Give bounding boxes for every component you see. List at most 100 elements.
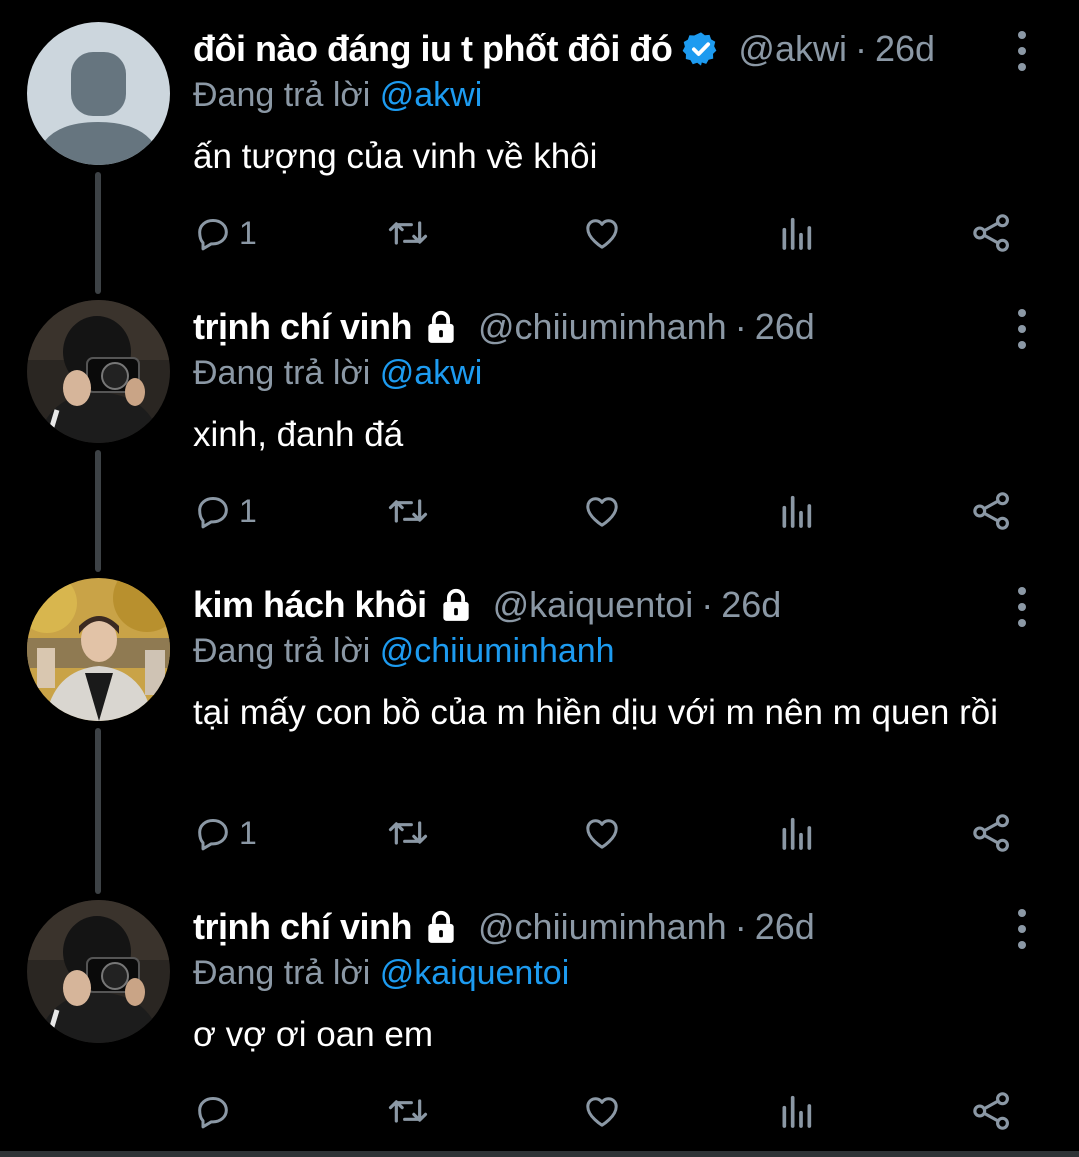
- display-name[interactable]: đôi nào đáng iu t phốt đôi đó: [193, 28, 673, 70]
- user-handle[interactable]: @chiiuminhanh: [478, 306, 727, 348]
- action-bar: 1: [193, 811, 1023, 855]
- lock-icon: [422, 908, 460, 946]
- like-button[interactable]: [581, 811, 623, 855]
- retweet-icon: [388, 1099, 428, 1123]
- share-button[interactable]: [971, 211, 1013, 255]
- tweet[interactable]: đôi nào đáng iu t phốt đôi đó @akwi · 26…: [0, 0, 1079, 278]
- replying-to-label: Đang trả lời: [193, 76, 371, 114]
- display-name[interactable]: kim hách khôi: [193, 584, 427, 626]
- avatar[interactable]: [27, 900, 170, 1043]
- lock-icon: [422, 308, 460, 346]
- separator-dot: ·: [734, 906, 747, 947]
- analytics-button[interactable]: [778, 211, 814, 255]
- lock-icon: [437, 586, 475, 624]
- tweet-text: tại mấy con bồ của m hiền dịu với m nên …: [193, 693, 999, 732]
- more-options-icon[interactable]: [1007, 309, 1037, 349]
- tweet-header: trịnh chí vinh @chiiuminhanh · 26d: [193, 304, 999, 350]
- more-options-icon[interactable]: [1007, 31, 1037, 71]
- retweet-button[interactable]: [386, 489, 430, 533]
- share-icon: [973, 1092, 1009, 1130]
- analytics-icon: [782, 495, 812, 528]
- mention-link[interactable]: @chiiuminhanh: [380, 632, 615, 670]
- reply-icon: [198, 819, 228, 851]
- timestamp[interactable]: 26d: [755, 306, 815, 348]
- bottom-divider: [0, 1151, 1079, 1157]
- share-button[interactable]: [971, 489, 1013, 533]
- avatar[interactable]: [27, 22, 170, 165]
- action-bar: 1: [193, 211, 1023, 255]
- heart-icon: [586, 819, 618, 849]
- tweet[interactable]: trịnh chí vinh @chiiuminhanh · 26d Đang …: [0, 278, 1079, 556]
- timestamp[interactable]: 26d: [875, 28, 935, 70]
- tweet-header: đôi nào đáng iu t phốt đôi đó @akwi · 26…: [193, 26, 999, 72]
- action-bar: 1: [193, 489, 1023, 533]
- analytics-button[interactable]: [778, 1089, 814, 1133]
- mention-link[interactable]: @akwi: [380, 354, 483, 392]
- timestamp[interactable]: 26d: [755, 906, 815, 948]
- more-options-icon[interactable]: [1007, 587, 1037, 627]
- reply-count: 1: [239, 492, 257, 529]
- tweet-text: ơ vợ ơi oan em: [193, 1015, 434, 1054]
- retweet-button[interactable]: [386, 211, 430, 255]
- reply-thread: đôi nào đáng iu t phốt đôi đó @akwi · 26…: [0, 0, 1079, 1157]
- analytics-icon: [782, 217, 812, 250]
- analytics-icon: [782, 1095, 812, 1128]
- like-button[interactable]: [581, 489, 623, 533]
- separator-dot: ·: [854, 28, 867, 69]
- reply-count: 1: [239, 814, 257, 851]
- replying-to-label: Đang trả lời: [193, 632, 371, 670]
- reply-icon: [198, 219, 228, 251]
- share-icon: [973, 814, 1009, 852]
- share-button[interactable]: [971, 811, 1013, 855]
- avatar[interactable]: [27, 578, 170, 721]
- retweet-icon: [388, 499, 428, 523]
- retweet-icon: [388, 821, 428, 845]
- timestamp[interactable]: 26d: [721, 584, 781, 626]
- user-handle[interactable]: @kaiquentoi: [493, 584, 694, 626]
- retweet-button[interactable]: [386, 1089, 430, 1133]
- tweet[interactable]: kim hách khôi @kaiquentoi · 26d Đang trả…: [0, 556, 1079, 878]
- tweet-text: ấn tượng của vinh về khôi: [193, 137, 598, 176]
- tweet[interactable]: trịnh chí vinh @chiiuminhanh · 26d Đang …: [0, 878, 1079, 1151]
- like-button[interactable]: [581, 211, 623, 255]
- replying-to: Đang trả lời @akwi: [193, 354, 482, 393]
- tweet-text: xinh, đanh đá: [193, 415, 404, 454]
- action-bar: [193, 1089, 1023, 1133]
- share-icon: [973, 492, 1009, 530]
- share-icon: [973, 214, 1009, 252]
- verified-icon: [682, 30, 720, 68]
- analytics-button[interactable]: [778, 489, 814, 533]
- share-button[interactable]: [971, 1089, 1013, 1133]
- more-options-icon[interactable]: [1007, 909, 1037, 949]
- reply-icon: [198, 1097, 228, 1129]
- replying-to: Đang trả lời @kaiquentoi: [193, 954, 569, 993]
- reply-count: 1: [239, 214, 257, 251]
- replying-to-label: Đang trả lời: [193, 354, 371, 392]
- reply-button[interactable]: 1: [193, 489, 257, 533]
- display-name[interactable]: trịnh chí vinh: [193, 306, 413, 348]
- analytics-button[interactable]: [778, 811, 814, 855]
- display-name[interactable]: trịnh chí vinh: [193, 906, 413, 948]
- avatar[interactable]: [27, 300, 170, 443]
- tweet-header: kim hách khôi @kaiquentoi · 26d: [193, 582, 999, 628]
- replying-to: Đang trả lời @akwi: [193, 76, 482, 115]
- mention-link[interactable]: @akwi: [380, 76, 483, 114]
- separator-dot: ·: [701, 584, 714, 625]
- heart-icon: [586, 497, 618, 527]
- retweet-button[interactable]: [386, 811, 430, 855]
- reply-icon: [198, 497, 228, 529]
- analytics-icon: [782, 817, 812, 850]
- heart-icon: [586, 1097, 618, 1127]
- mention-link[interactable]: @kaiquentoi: [380, 954, 570, 992]
- reply-button[interactable]: 1: [193, 211, 257, 255]
- reply-button[interactable]: 1: [193, 811, 257, 855]
- user-handle[interactable]: @akwi: [738, 28, 847, 70]
- heart-icon: [586, 219, 618, 249]
- user-handle[interactable]: @chiiuminhanh: [478, 906, 727, 948]
- reply-button[interactable]: [193, 1089, 239, 1133]
- separator-dot: ·: [734, 306, 747, 347]
- retweet-icon: [388, 221, 428, 245]
- replying-to-label: Đang trả lời: [193, 954, 371, 992]
- like-button[interactable]: [581, 1089, 623, 1133]
- replying-to: Đang trả lời @chiiuminhanh: [193, 632, 615, 671]
